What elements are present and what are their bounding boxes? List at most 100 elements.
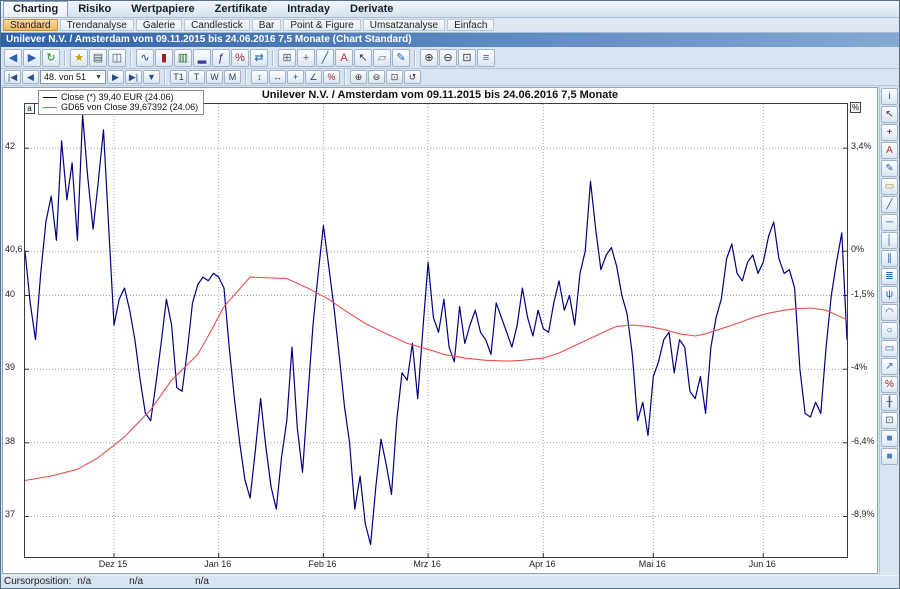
compare-icon[interactable]: ⇄ [250,49,268,67]
print-icon[interactable]: ▤ [89,49,107,67]
statusbar: Cursorposition: n/a n/a n/a [1,575,899,588]
palette-icon[interactable]: ■ [881,448,898,465]
subtab-trendanalyse[interactable]: Trendanalyse [60,19,134,31]
percent-tick-label: -4% [851,363,867,372]
trendline-icon[interactable]: ╱ [881,196,898,213]
zoom-window-icon[interactable]: ⊡ [458,49,476,67]
line-chart-icon[interactable]: ∿ [136,49,154,67]
prev-chart-icon[interactable]: ◀ [4,49,22,67]
subtab-bar[interactable]: Bar [252,19,282,31]
timeframe-day-icon[interactable]: T [188,70,205,84]
zoom-in-icon[interactable]: ⊕ [420,49,438,67]
refresh-icon[interactable]: ↻ [42,49,60,67]
vertical-line-icon[interactable]: │ [881,232,898,249]
zoom-reset-icon[interactable]: ↺ [404,70,421,84]
chart-titlebar-text: Unilever N.V. / Amsterdam vom 09.11.2015… [6,34,412,45]
zoom-out-icon[interactable]: ⊖ [439,49,457,67]
menu-tab-charting[interactable]: Charting [3,1,68,17]
fibonacci-icon[interactable]: ≣ [881,268,898,285]
percent-tick-label: 3,4% [851,142,872,151]
main-toolbar: ◀▶↻ ★▤◫ ∿▮▥▂ƒ%⇄ ⊞+╱A↖▱✎ ⊕⊖⊡≡ [1,47,899,69]
toolbar-separator [245,69,247,85]
chart-plot-svg [25,104,847,557]
volume-icon[interactable]: ▂ [193,49,211,67]
toolbar-separator [64,50,66,66]
crosshair-icon[interactable]: + [881,124,898,141]
prev-chart-button[interactable]: ◀ [22,70,39,84]
scale-horizontal-icon[interactable]: ↔ [269,70,286,84]
text-tool-icon[interactable]: A [881,142,898,159]
subtab-standard[interactable]: Standard [3,19,58,31]
pencil-icon[interactable]: ✎ [881,160,898,177]
chart-panel: Unilever N.V. / Amsterdam vom 09.11.2015… [2,87,878,574]
trendline-icon[interactable]: ╱ [316,49,334,67]
text-tool-icon[interactable]: A [335,49,353,67]
chart-list-dropdown-button[interactable]: ▼ [143,70,160,84]
next-chart-icon[interactable]: ▶ [23,49,41,67]
menu-tab-derivate[interactable]: Derivate [340,1,403,17]
arrow-tool-icon[interactable]: ↗ [881,358,898,375]
percent-tick-label: -8,9% [851,510,875,519]
bar-chart-icon[interactable]: ▥ [174,49,192,67]
candlestick-icon[interactable]: ▮ [155,49,173,67]
subtab-umsatzanalyse[interactable]: Umsatzanalyse [363,19,445,31]
chevron-down-icon: ▼ [95,74,102,81]
subtab-einfach[interactable]: Einfach [447,19,494,31]
ruler-icon[interactable]: ╂ [881,394,898,411]
last-chart-button[interactable]: ▶| [125,70,142,84]
save-icon[interactable]: ◫ [108,49,126,67]
timeframe-intraday-icon[interactable]: T1 [170,70,187,84]
drawing-tool-sidebar: i↖+A✎▭╱─│∥≣ψ◠○▭↗%╂⊡■■ [879,86,899,575]
scale-vertical-icon[interactable]: ↕ [251,70,268,84]
percent-scale-button[interactable]: % [850,102,861,113]
layers-icon[interactable]: ■ [881,430,898,447]
timeframe-month-icon[interactable]: M [224,70,241,84]
pitchfork-icon[interactable]: ψ [881,286,898,303]
menu-tab-wertpapiere[interactable]: Wertpapiere [121,1,204,17]
add-study-icon[interactable]: + [287,70,304,84]
favorites-icon[interactable]: ★ [70,49,88,67]
next-chart-button[interactable]: ▶ [107,70,124,84]
month-tick-label: Mai 16 [631,559,673,569]
indicator-icon[interactable]: ƒ [212,49,230,67]
grid-icon[interactable]: ⊞ [278,49,296,67]
subtab-galerie[interactable]: Galerie [136,19,182,31]
horizontal-line-icon[interactable]: ─ [881,214,898,231]
subtab-point-figure[interactable]: Point & Figure [283,19,360,31]
menu-tab-risiko[interactable]: Risiko [68,1,121,17]
chart-position-select[interactable]: 48. von 51 ▼ [40,70,106,84]
first-chart-button[interactable]: |◀ [4,70,21,84]
menu-tab-zertifikate[interactable]: Zertifikate [205,1,278,17]
month-tick-label: Jun 16 [741,559,783,569]
channel-icon[interactable]: ∥ [881,250,898,267]
percent-icon[interactable]: % [231,49,249,67]
menu-tab-intraday[interactable]: Intraday [277,1,340,17]
zoom-out-icon[interactable]: ⊖ [368,70,385,84]
percent-tool-icon[interactable]: % [881,376,898,393]
zoom-area-icon[interactable]: ⊡ [881,412,898,429]
zoom-in-icon[interactable]: ⊕ [350,70,367,84]
eraser-icon[interactable]: ▱ [373,49,391,67]
menu-icon[interactable]: ≡ [477,49,495,67]
crosshair-icon[interactable]: + [297,49,315,67]
price-tick-label: 40,6 [5,245,23,254]
rectangle-icon[interactable]: ▭ [881,340,898,357]
pencil-icon[interactable]: ✎ [392,49,410,67]
plot-area[interactable]: a [24,103,848,558]
zoom-window-icon[interactable]: ⊡ [386,70,403,84]
percent-scale-icon[interactable]: % [323,70,340,84]
percent-tick-label: 0% [851,245,864,254]
ellipse-icon[interactable]: ○ [881,322,898,339]
subtab-candlestick[interactable]: Candlestick [184,19,250,31]
axis-mode-button[interactable]: a [24,103,35,114]
info-icon[interactable]: i [881,88,898,105]
pointer-icon[interactable]: ↖ [354,49,372,67]
timeframe-week-icon[interactable]: W [206,70,223,84]
angle-icon[interactable]: ∠ [305,70,322,84]
pointer-icon[interactable]: ↖ [881,106,898,123]
cursor-position-value-2: n/a [129,576,143,588]
note-icon[interactable]: ▭ [881,178,898,195]
month-tick-label: Mrz 16 [406,559,448,569]
arc-icon[interactable]: ◠ [881,304,898,321]
toolbar-separator [414,50,416,66]
